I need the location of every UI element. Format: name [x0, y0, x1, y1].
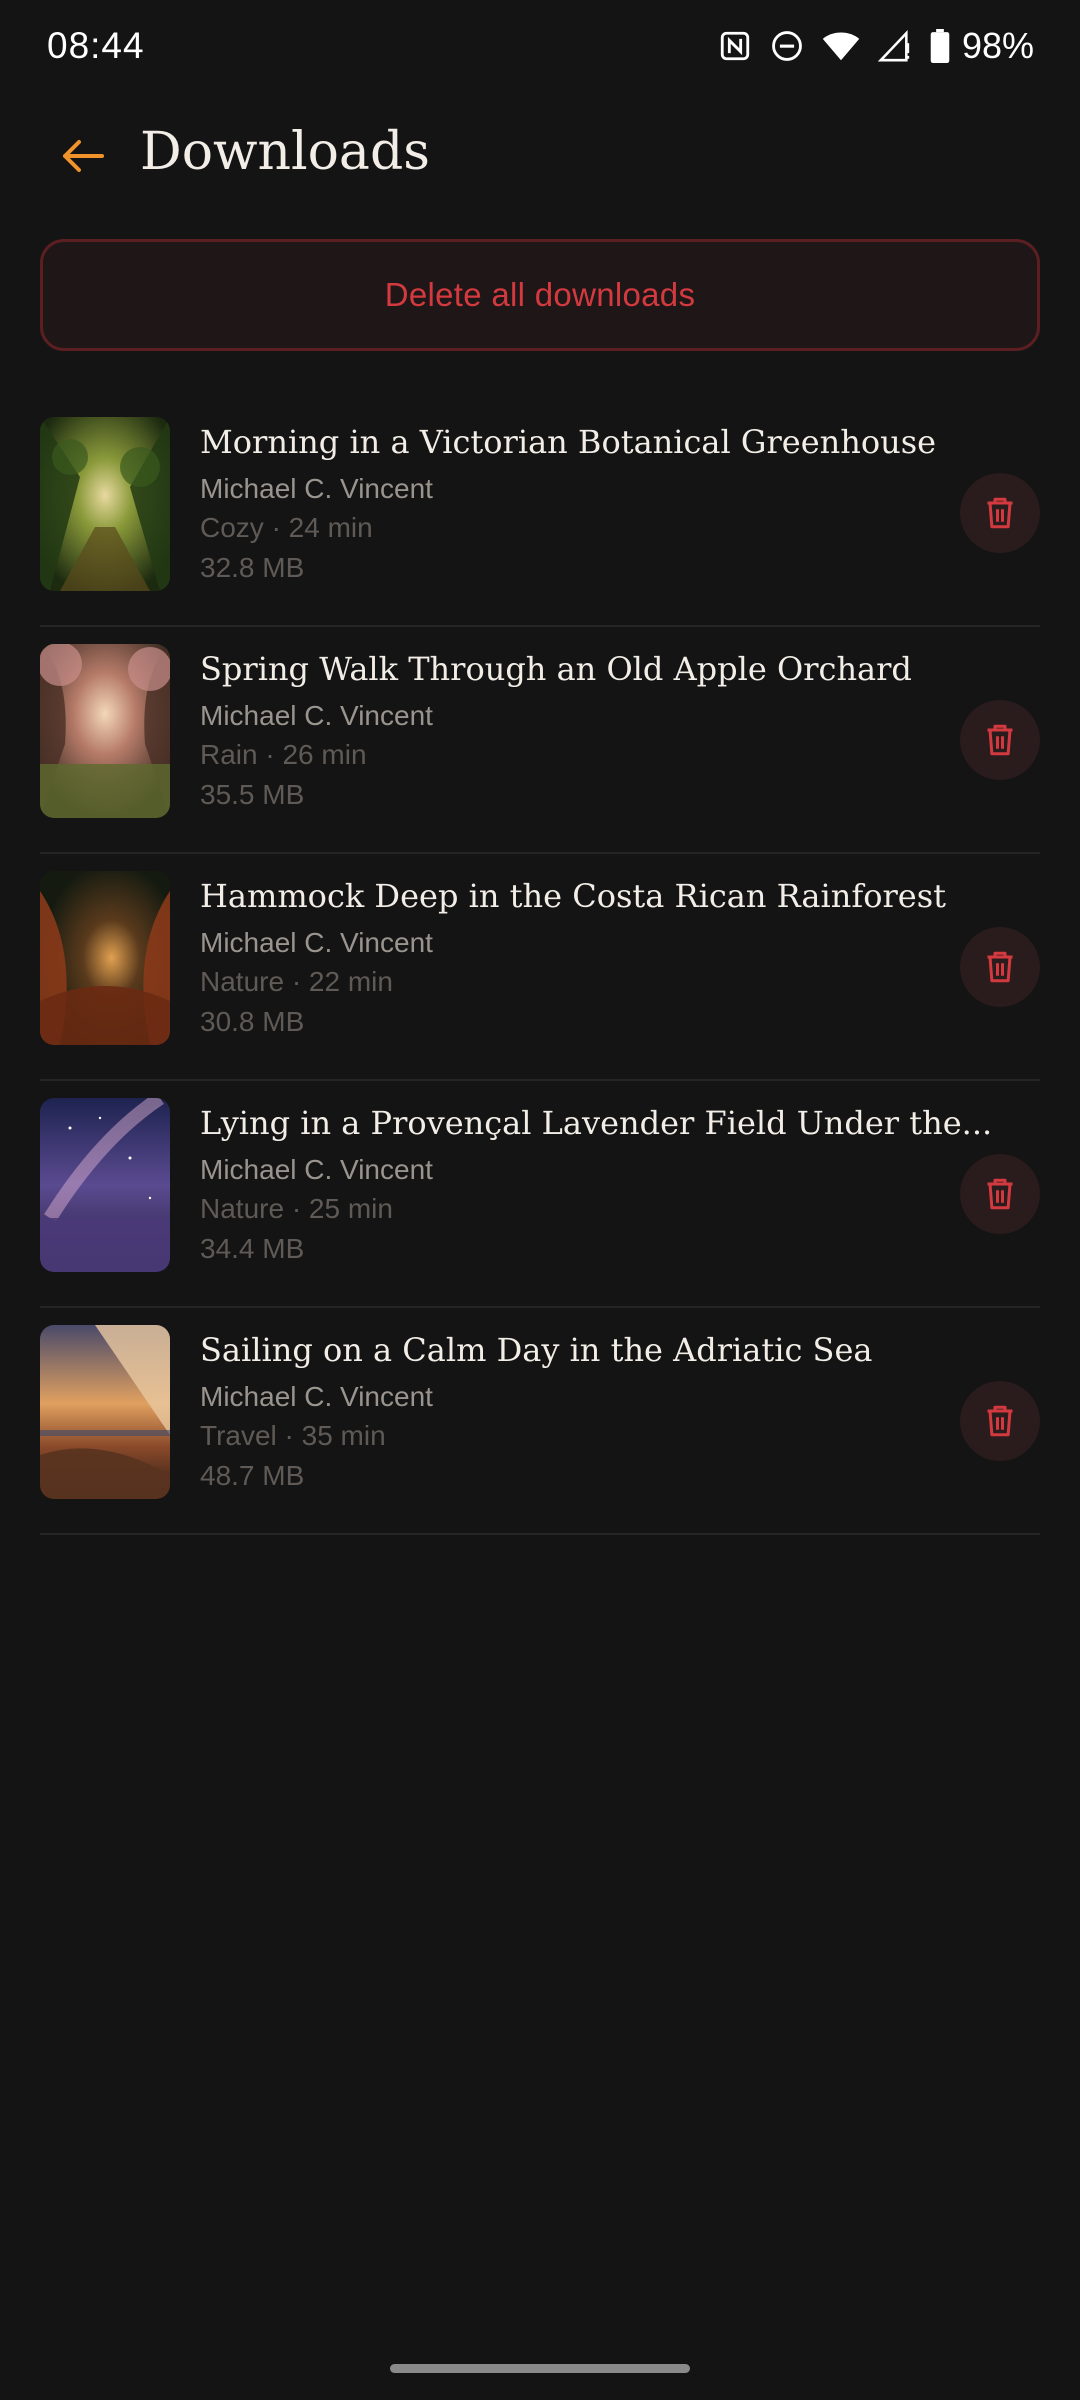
thumbnail-image	[40, 871, 170, 1045]
battery-icon	[930, 29, 950, 63]
item-author: Michael C. Vincent	[200, 700, 433, 731]
delete-item-button[interactable]	[960, 1154, 1040, 1234]
wifi-icon	[822, 29, 860, 63]
thumbnail-image	[40, 417, 170, 591]
trash-icon	[987, 724, 1013, 756]
status-time: 08:44	[47, 25, 145, 66]
item-author: Michael C. Vincent	[200, 473, 433, 504]
battery-percent: 98%	[961, 25, 1034, 66]
item-size: 35.5 MB	[200, 779, 305, 810]
do-not-disturb-icon	[770, 29, 804, 63]
item-meta: Rain · 26 min	[200, 739, 367, 770]
download-item[interactable]: Sailing on a Calm Day in the Adriatic Se…	[40, 1308, 1040, 1535]
status-icons: 98%	[718, 25, 1034, 67]
item-size: 30.8 MB	[200, 1006, 305, 1037]
delete-item-button[interactable]	[960, 927, 1040, 1007]
trash-icon	[987, 497, 1013, 529]
delete-item-button[interactable]	[960, 1381, 1040, 1461]
delete-item-button[interactable]	[960, 700, 1040, 780]
item-title: Hammock Deep in the Costa Rican Rainfore…	[200, 877, 946, 915]
signal-icon	[877, 29, 912, 63]
item-author: Michael C. Vincent	[200, 1154, 433, 1185]
item-size: 32.8 MB	[200, 552, 305, 583]
home-indicator[interactable]	[390, 2364, 690, 2373]
status-bar: 08:44 98%	[0, 0, 1080, 92]
delete-all-downloads-button[interactable]: Delete all downloads	[40, 239, 1040, 351]
nfc-icon	[718, 29, 752, 63]
page-title: Downloads	[140, 122, 430, 182]
header: Downloads	[0, 112, 1080, 200]
delete-item-button[interactable]	[960, 473, 1040, 553]
item-author: Michael C. Vincent	[200, 1381, 433, 1412]
download-item[interactable]: Morning in a Victorian Botanical Greenho…	[40, 400, 1040, 627]
item-author: Michael C. Vincent	[200, 927, 433, 958]
item-meta: Nature · 25 min	[200, 1193, 393, 1224]
trash-icon	[987, 1178, 1013, 1210]
thumbnail-image	[40, 644, 170, 818]
item-title: Lying in a Provençal Lavender Field Unde…	[200, 1104, 993, 1142]
download-item[interactable]: Lying in a Provençal Lavender Field Unde…	[40, 1081, 1040, 1308]
item-title: Sailing on a Calm Day in the Adriatic Se…	[200, 1331, 873, 1369]
item-title: Spring Walk Through an Old Apple Orchard	[200, 650, 912, 688]
thumbnail-image	[40, 1098, 170, 1272]
item-size: 34.4 MB	[200, 1233, 305, 1264]
item-meta: Travel · 35 min	[200, 1420, 386, 1451]
item-title: Morning in a Victorian Botanical Greenho…	[200, 423, 937, 461]
item-meta: Cozy · 24 min	[200, 512, 373, 543]
downloads-list: Morning in a Victorian Botanical Greenho…	[40, 400, 1040, 1535]
item-size: 48.7 MB	[200, 1460, 305, 1491]
trash-icon	[987, 951, 1013, 983]
back-arrow-icon	[63, 140, 104, 172]
trash-icon	[987, 1405, 1013, 1437]
download-item[interactable]: Hammock Deep in the Costa Rican Rainfore…	[40, 854, 1040, 1081]
back-button[interactable]	[54, 130, 110, 182]
download-item[interactable]: Spring Walk Through an Old Apple Orchard…	[40, 627, 1040, 854]
item-meta: Nature · 22 min	[200, 966, 393, 997]
thumbnail-image	[40, 1325, 170, 1499]
